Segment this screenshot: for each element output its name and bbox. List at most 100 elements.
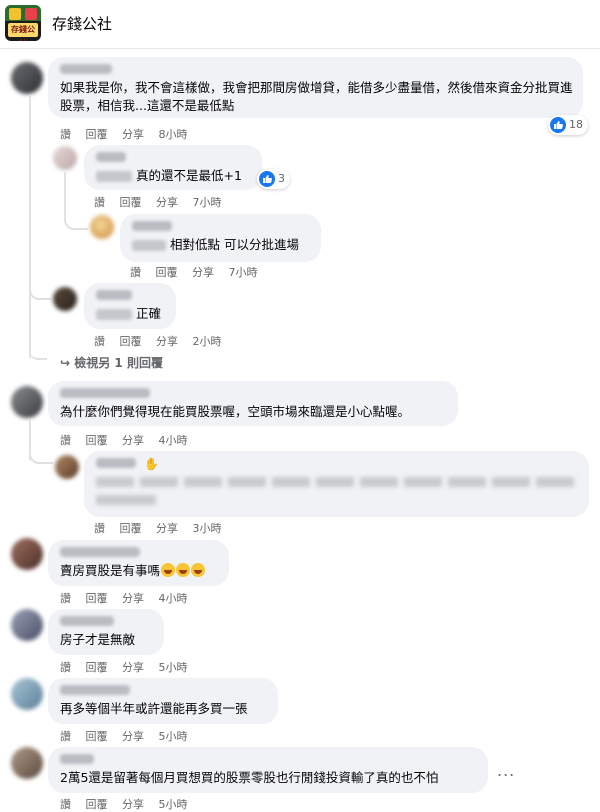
comment-actions: 讚 回覆 分享 4小時 (60, 590, 199, 606)
timestamp: 5小時 (158, 730, 188, 743)
thread-branch (29, 278, 51, 300)
timestamp: 4小時 (158, 592, 188, 605)
view-more-replies[interactable]: ↪ 檢視另 1 則回覆 (60, 354, 163, 371)
comment-actions: 讚 回覆 分享 5小時 (60, 796, 199, 812)
avatar[interactable] (11, 538, 43, 570)
timestamp: 8小時 (158, 128, 188, 141)
comment-bubble: ✋ (84, 451, 589, 517)
share-button[interactable]: 分享 (122, 661, 144, 674)
like-button[interactable]: 讚 (60, 592, 71, 605)
comment-bubble: 為什麼你們覺得現在能買股票喔，空頭市場來臨還是小心點喔。 (48, 381, 458, 426)
commenter-name[interactable] (96, 290, 132, 300)
reply-button[interactable]: 回覆 (86, 798, 108, 811)
timestamp: 5小時 (158, 661, 188, 674)
share-button[interactable]: 分享 (122, 128, 144, 141)
like-icon (259, 171, 275, 187)
thread-line (29, 96, 31, 358)
share-button[interactable]: 分享 (156, 522, 178, 535)
like-button[interactable]: 讚 (60, 798, 71, 811)
share-button[interactable]: 分享 (122, 730, 144, 743)
like-button[interactable]: 讚 (60, 730, 71, 743)
avatar[interactable] (53, 287, 77, 311)
avatar[interactable] (11, 678, 43, 710)
timestamp: 5小時 (158, 798, 188, 811)
logo-text: 存錢公社 (8, 23, 38, 41)
comment-text: 2萬5還是留著每個月買想買的股票零股也行閒錢投資輸了真的也不怕 (60, 770, 439, 785)
comment-bubble: 如果我是你，我不會這樣做，我會把那間房做增貸，能借多少盡量借，然後借來資金分批買… (48, 57, 583, 118)
reply-button[interactable]: 回覆 (86, 434, 108, 447)
comment-bubble: 2萬5還是留著每個月買想買的股票零股也行閒錢投資輸了真的也不怕 (48, 747, 488, 793)
commenter-name[interactable] (60, 388, 150, 398)
like-button[interactable]: 讚 (94, 335, 105, 348)
page-title[interactable]: 存錢公社 (52, 13, 112, 34)
comment-actions: 讚 回覆 分享 4小時 (60, 432, 199, 448)
like-button[interactable]: 讚 (94, 522, 105, 535)
reply-button[interactable]: 回覆 (120, 196, 142, 209)
group-header: 存錢公社 存錢公社 (0, 0, 600, 49)
commenter-name[interactable] (60, 64, 112, 74)
comment-bubble: 再多等個半年或許還能再多買一張 (48, 678, 278, 724)
avatar[interactable] (11, 609, 43, 641)
avatar[interactable] (11, 62, 43, 94)
reply-button[interactable]: 回覆 (156, 266, 178, 279)
share-button[interactable]: 分享 (122, 592, 144, 605)
timestamp: 2小時 (192, 335, 222, 348)
comment-text: 房子才是無敵 (60, 632, 136, 647)
like-button[interactable]: 讚 (60, 434, 71, 447)
thread-line (64, 172, 66, 208)
commenter-name[interactable] (60, 616, 114, 626)
commenter-name[interactable] (132, 221, 172, 231)
reply-button[interactable]: 回覆 (120, 335, 142, 348)
comment-bubble: 房子才是無敵 (48, 609, 164, 655)
avatar[interactable] (53, 146, 77, 170)
commenter-name[interactable] (96, 152, 126, 162)
reply-button[interactable]: 回覆 (86, 592, 108, 605)
commenter-name[interactable] (60, 547, 140, 557)
avatar[interactable] (11, 386, 43, 418)
comment-actions: 讚 回覆 分享 5小時 (60, 728, 199, 744)
reply-button[interactable]: 回覆 (86, 661, 108, 674)
comment-bubble: 真的還不是最低+1 (84, 145, 262, 190)
laugh-emoji-icon (176, 563, 191, 577)
reaction-count[interactable]: 3 (257, 169, 290, 189)
share-button[interactable]: 分享 (192, 266, 214, 279)
comment-actions: 讚 回覆 分享 7小時 (130, 264, 269, 280)
share-button[interactable]: 分享 (122, 798, 144, 811)
thread-branch (29, 440, 53, 464)
commenter-name[interactable] (60, 754, 94, 764)
timestamp: 7小時 (192, 196, 222, 209)
comment-actions: 讚 回覆 分享 8小時 (60, 126, 199, 142)
comment-text: 為什麼你們覺得現在能買股票喔，空頭市場來臨還是小心點喔。 (60, 404, 411, 419)
share-button[interactable]: 分享 (122, 434, 144, 447)
timestamp: 4小時 (158, 434, 188, 447)
like-button[interactable]: 讚 (60, 128, 71, 141)
reply-button[interactable]: 回覆 (120, 522, 142, 535)
comment-actions: 讚 回覆 分享 7小時 (94, 194, 233, 210)
share-button[interactable]: 分享 (156, 196, 178, 209)
comment-bubble: 賣房買股是有事嗎 (48, 540, 229, 586)
like-button[interactable]: 讚 (94, 196, 105, 209)
avatar[interactable] (55, 455, 79, 479)
commenter-name[interactable] (96, 458, 136, 468)
share-button[interactable]: 分享 (156, 335, 178, 348)
thread-branch (29, 330, 47, 360)
reaction-count[interactable]: 18 (548, 115, 588, 135)
laugh-emoji-icon (161, 563, 176, 577)
comment-bubble: 相對低點 可以分批進場 (120, 214, 321, 262)
commenter-name[interactable] (60, 685, 130, 695)
timestamp: 3小時 (192, 522, 222, 535)
avatar[interactable] (11, 747, 43, 779)
laugh-emoji-icon (191, 563, 206, 577)
reply-button[interactable]: 回覆 (86, 730, 108, 743)
like-button[interactable]: 讚 (60, 661, 71, 674)
more-options-icon[interactable]: ... (497, 761, 515, 780)
comment-text: 真的還不是最低+1 (136, 168, 242, 183)
thread-branch (64, 208, 88, 230)
avatar[interactable] (90, 215, 114, 239)
group-logo[interactable]: 存錢公社 (5, 5, 41, 41)
comment-text: 如果我是你，我不會這樣做，我會把那間房做增貸，能借多少盡量借，然後借來資金分批買… (60, 80, 573, 113)
comment-bubble: 正確 (84, 283, 176, 329)
reply-arrow-icon: ↪ (60, 356, 71, 370)
reply-button[interactable]: 回覆 (86, 128, 108, 141)
like-button[interactable]: 讚 (130, 266, 141, 279)
